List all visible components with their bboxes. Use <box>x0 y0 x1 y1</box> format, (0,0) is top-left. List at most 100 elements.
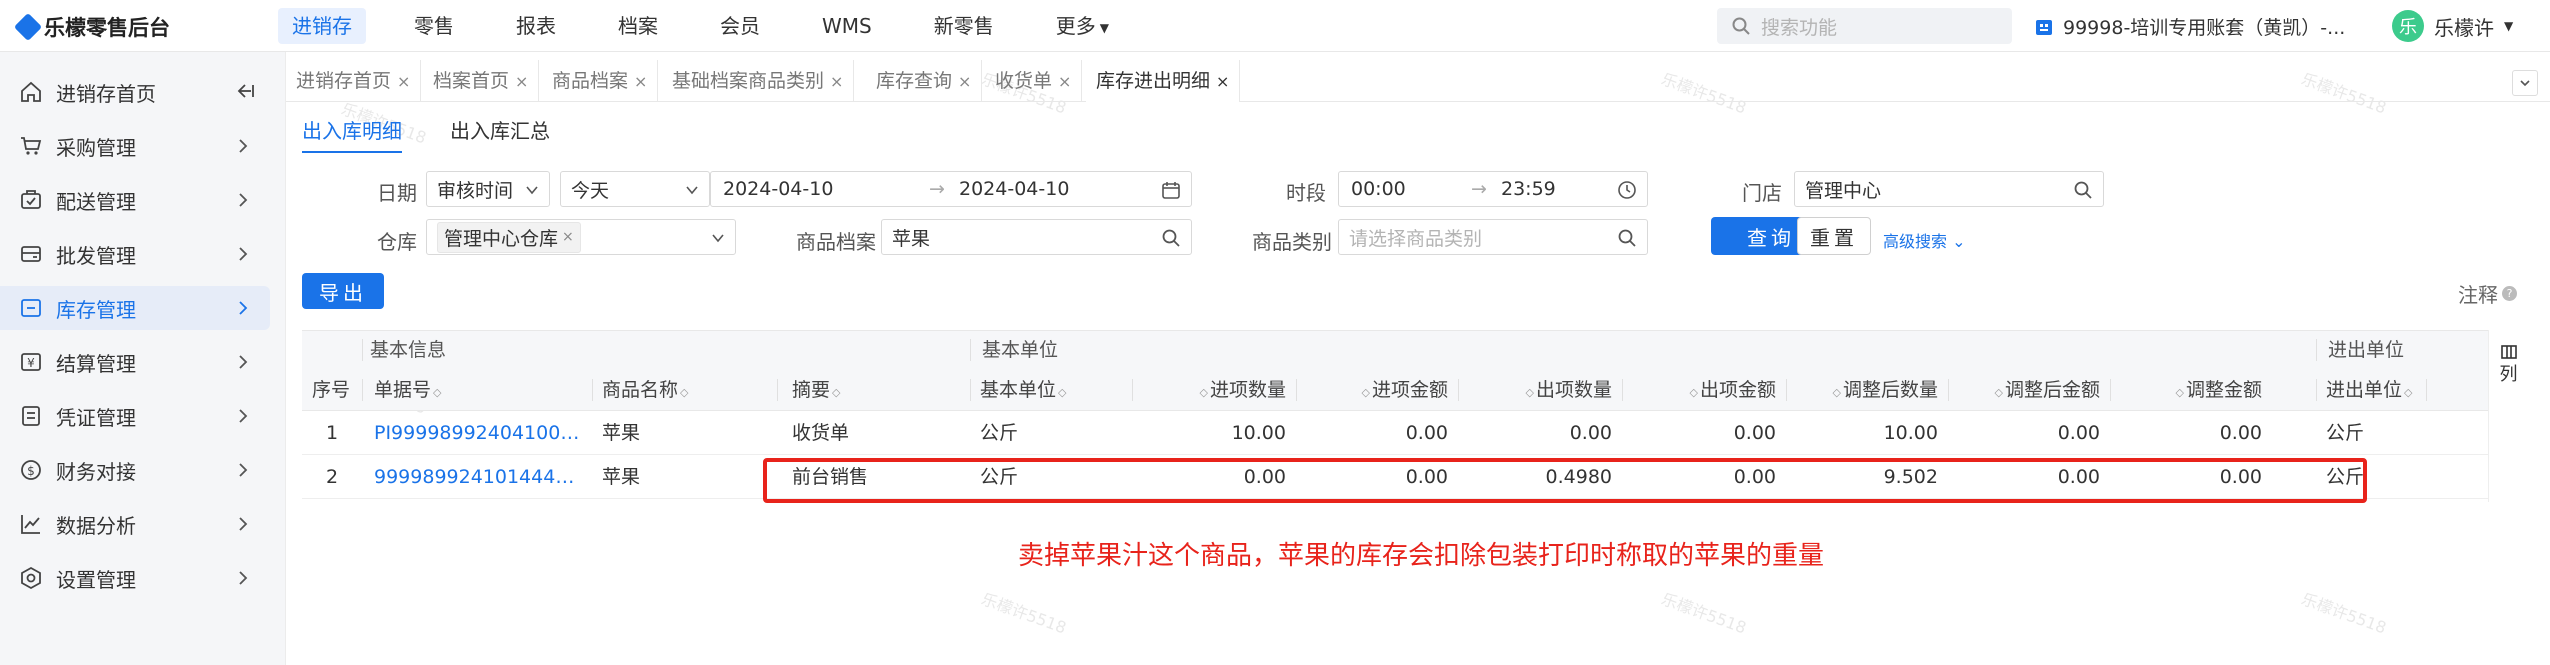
col-summary[interactable]: 摘要 ◇ <box>792 369 842 411</box>
sidebar-item-settings[interactable]: 设置管理 <box>0 556 270 600</box>
sort-icon[interactable]: ◇ <box>680 386 688 399</box>
nav-item-new-retail[interactable]: 新零售 <box>920 8 1008 44</box>
chevron-right-icon <box>234 298 252 316</box>
nav-item-members[interactable]: 会员 <box>706 8 774 44</box>
close-icon[interactable]: × <box>515 72 528 91</box>
tab-product-archive[interactable]: 商品档案 × <box>542 60 659 102</box>
collapse-sidebar-icon[interactable] <box>236 81 254 99</box>
tab-archive-home[interactable]: 档案首页 × <box>423 60 540 102</box>
nav-item-wms[interactable]: WMS <box>808 8 886 44</box>
sidebar-item-finance[interactable]: $ 财务对接 <box>0 448 270 492</box>
tab-inventory-home[interactable]: 进销存首页 × <box>286 60 422 102</box>
col-out-amount[interactable]: ◇ 出项金额 <box>1622 369 1776 411</box>
close-icon[interactable]: × <box>830 72 843 91</box>
col-out-qty[interactable]: ◇ 出项数量 <box>1458 369 1612 411</box>
search-input[interactable]: 搜索功能 <box>1717 8 2012 44</box>
nav-item-more[interactable]: 更多 ▼ <box>1042 8 1123 44</box>
sort-icon[interactable]: ◇ <box>1526 386 1534 399</box>
nav-item-reports[interactable]: 报表 <box>502 8 570 44</box>
logo-icon <box>13 12 43 42</box>
sort-icon[interactable]: ◇ <box>1200 386 1208 399</box>
category-input[interactable]: 请选择商品类别 <box>1338 219 1648 255</box>
sort-icon[interactable]: ◇ <box>1690 386 1698 399</box>
table-row[interactable]: 1 PI99998992404100005 苹果 收货单 公斤 10.00 0.… <box>302 411 2488 455</box>
cell-seq: 2 <box>326 466 339 488</box>
store-input[interactable]: 管理中心 <box>1794 171 2104 207</box>
tabs-dropdown-button[interactable] <box>2512 70 2538 96</box>
sidebar-item-home[interactable]: 进销存首页 <box>0 70 270 114</box>
nav-item-archives[interactable]: 档案 <box>604 8 672 44</box>
top-bar: 乐檬零售后台 进销存 零售 报表 档案 会员 WMS 新零售 更多 ▼ 搜索功能 … <box>0 0 2550 52</box>
product-value: 苹果 <box>892 227 931 250</box>
close-icon[interactable]: × <box>958 72 971 91</box>
tab-label: 收货单 <box>995 70 1053 92</box>
advanced-search-link[interactable]: 高级搜索 ⌄ <box>1883 228 1966 252</box>
subtab-io-detail[interactable]: 出入库明细 <box>302 115 402 153</box>
col-io-unit[interactable]: 进出单位 ◇ <box>2326 369 2414 411</box>
col-adjusted-amount[interactable]: ◇ 调整后金额 <box>1948 369 2100 411</box>
sort-icon[interactable]: ◇ <box>1833 386 1841 399</box>
note-toggle[interactable]: 注释? <box>2458 279 2517 308</box>
col-adjust-amount[interactable]: ◇ 调整金额 <box>2110 369 2262 411</box>
user-name: 乐檬许 <box>2434 15 2494 40</box>
warehouse-select[interactable]: 管理中心仓库 × <box>426 219 736 255</box>
tab-product-category[interactable]: 基础档案商品类别 × <box>662 60 855 102</box>
annotation-text: 卖掉苹果汁这个商品，苹果的库存会扣除包装打印时称取的苹果的重量 <box>1018 541 1825 571</box>
sidebar-item-purchase[interactable]: 采购管理 <box>0 124 270 168</box>
col-seq: 序号 <box>312 379 351 401</box>
sidebar-item-label: 批发管理 <box>56 243 136 268</box>
col-in-qty[interactable]: ◇ 进项数量 <box>1132 369 1286 411</box>
col-doc-no[interactable]: 单据号 ◇ <box>374 369 443 411</box>
account-switcher[interactable]: 99998-培训专用账套（黄凯）-... <box>2033 13 2345 40</box>
sort-icon[interactable]: ◇ <box>832 386 840 399</box>
sidebar-item-label: 库存管理 <box>56 297 136 322</box>
cell-doc-no[interactable]: PI99998992404100005 <box>374 411 584 455</box>
cell-adjusted-amount: 0.00 <box>2057 422 2100 444</box>
reset-button[interactable]: 重置 <box>1797 217 1871 255</box>
sort-icon[interactable]: ◇ <box>2404 386 2412 399</box>
close-icon[interactable]: × <box>634 72 647 91</box>
tab-receipt[interactable]: 收货单 × <box>985 60 1083 102</box>
search-icon[interactable] <box>1617 228 1637 248</box>
col-product-name[interactable]: 商品名称 ◇ <box>602 369 690 411</box>
sidebar-item-analytics[interactable]: 数据分析 <box>0 502 270 546</box>
cell-doc-no[interactable]: 99998992410144400... <box>374 455 584 499</box>
column-settings-button[interactable]: 列 <box>2488 330 2528 502</box>
sort-icon[interactable]: ◇ <box>2176 386 2184 399</box>
time-range-picker[interactable]: 00:00 → 23:59 <box>1338 171 1648 207</box>
date-label: 日期 <box>377 181 417 205</box>
close-icon[interactable]: × <box>397 72 410 91</box>
search-icon[interactable] <box>2073 180 2093 200</box>
nav-item-retail[interactable]: 零售 <box>400 8 468 44</box>
sidebar-item-inventory[interactable]: 库存管理 <box>0 286 270 330</box>
search-icon[interactable] <box>1161 228 1181 248</box>
close-icon[interactable]: × <box>1058 72 1071 91</box>
chevron-right-icon <box>234 406 252 424</box>
sort-icon[interactable]: ◇ <box>1362 386 1370 399</box>
app-logo[interactable]: 乐檬零售后台 <box>13 12 170 42</box>
sidebar-item-voucher[interactable]: 凭证管理 <box>0 394 270 438</box>
sort-icon[interactable]: ◇ <box>433 386 441 399</box>
sidebar-item-wholesale[interactable]: 批发管理 <box>0 232 270 276</box>
col-basic-unit[interactable]: 基本单位 ◇ <box>980 369 1068 411</box>
subtab-io-summary[interactable]: 出入库汇总 <box>450 115 550 153</box>
sidebar-item-delivery[interactable]: 配送管理 <box>0 178 270 222</box>
col-in-amount[interactable]: ◇ 进项金额 <box>1296 369 1448 411</box>
sort-icon[interactable]: ◇ <box>1058 386 1066 399</box>
sidebar-item-settlement[interactable]: ¥ 结算管理 <box>0 340 270 384</box>
sort-icon[interactable]: ◇ <box>1995 386 2003 399</box>
export-button[interactable]: 导出 <box>302 273 384 309</box>
date-start: 2024-04-10 <box>723 178 834 200</box>
close-icon[interactable]: × <box>562 229 574 245</box>
tab-inventory-query[interactable]: 库存查询 × <box>866 60 983 102</box>
product-input[interactable]: 苹果 <box>881 219 1192 255</box>
help-icon: ? <box>2502 286 2517 301</box>
user-menu[interactable]: 乐 乐檬许 ▼ <box>2392 10 2513 42</box>
date-type-select[interactable]: 审核时间 <box>426 171 550 207</box>
col-adjusted-qty[interactable]: ◇ 调整后数量 <box>1786 369 1938 411</box>
nav-item-inventory[interactable]: 进销存 <box>278 8 366 44</box>
date-preset-select[interactable]: 今天 <box>560 171 710 207</box>
close-icon[interactable]: × <box>1216 72 1229 91</box>
date-range-picker[interactable]: 2024-04-10 → 2024-04-10 <box>710 171 1192 207</box>
tab-inventory-detail[interactable]: 库存进出明细 × <box>1086 60 1241 102</box>
